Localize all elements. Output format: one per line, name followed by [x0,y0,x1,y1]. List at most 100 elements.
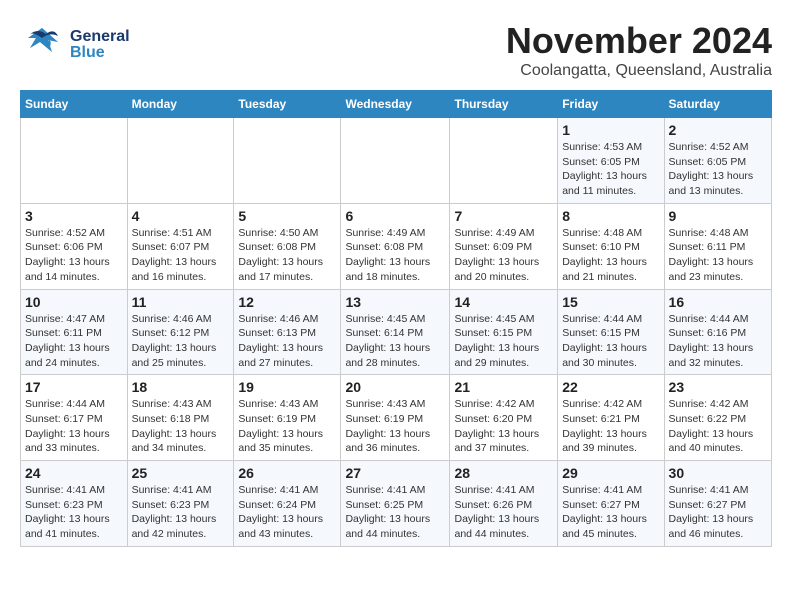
day-info-line: Sunrise: 4:43 AM [345,398,425,410]
day-number: 25 [132,465,230,481]
day-info-line: Sunrise: 4:53 AM [562,141,642,153]
day-number: 24 [25,465,123,481]
day-info-line: Sunset: 6:19 PM [345,413,423,425]
day-info: Sunrise: 4:43 AMSunset: 6:18 PMDaylight:… [132,397,230,456]
day-info: Sunrise: 4:52 AMSunset: 6:06 PMDaylight:… [25,226,123,285]
day-number: 13 [345,294,445,310]
day-info-line: Sunset: 6:09 PM [454,241,532,253]
day-number: 18 [132,379,230,395]
day-info-line: Daylight: 13 hours and 46 minutes. [669,513,754,540]
day-info-line: Daylight: 13 hours and 14 minutes. [25,256,110,283]
day-info: Sunrise: 4:41 AMSunset: 6:27 PMDaylight:… [562,483,659,542]
day-number: 28 [454,465,553,481]
day-info-line: Sunset: 6:12 PM [132,327,210,339]
day-info-line: Daylight: 13 hours and 36 minutes. [345,428,430,455]
calendar-cell: 6 Sunrise: 4:49 AMSunset: 6:08 PMDaylight… [341,203,450,289]
day-info-line: Sunrise: 4:51 AM [132,227,212,239]
day-info-line: Daylight: 13 hours and 27 minutes. [238,342,323,369]
calendar-cell: 24 Sunrise: 4:41 AMSunset: 6:23 PMDayligh… [21,461,128,547]
calendar-cell: 27Sunrise: 4:41 AMSunset: 6:25 PMDayligh… [341,461,450,547]
day-info-line: Sunrise: 4:46 AM [132,313,212,325]
day-info-line: Daylight: 13 hours and 11 minutes. [562,170,647,197]
calendar-cell: 13Sunrise: 4:45 AMSunset: 6:14 PMDayligh… [341,289,450,375]
day-info: Sunrise: 4:48 AMSunset: 6:11 PMDaylight:… [669,226,767,285]
calendar-week-row: 17Sunrise: 4:44 AMSunset: 6:17 PMDayligh… [21,375,772,461]
calendar-week-row: 24 Sunrise: 4:41 AMSunset: 6:23 PMDayligh… [21,461,772,547]
day-info: Sunrise: 4:41 AM Sunset: 6:24 PM Daylight:… [238,483,336,542]
day-info: Sunrise: 4:42 AMSunset: 6:22 PMDaylight:… [669,397,767,456]
day-info-line: Daylight: 13 hours and 41 minutes. [25,513,110,540]
day-info-line: Daylight: 13 hours and 30 minutes. [562,342,647,369]
calendar-cell: 23 Sunrise: 4:42 AMSunset: 6:22 PMDayligh… [664,375,771,461]
calendar-weekday-header: Wednesday [341,91,450,118]
calendar-week-row: 10 Sunrise: 4:47 AMSunset: 6:11 PMDayligh… [21,289,772,375]
day-info-line: Daylight: 13 hours and 44 minutes. [345,513,430,540]
day-info-line: Sunrise: 4:52 AM [669,141,749,153]
day-info-line: Daylight: 13 hours and 25 minutes. [132,342,217,369]
day-number: 6 [345,208,445,224]
day-info-line: Daylight: 13 hours and 16 minutes. [132,256,217,283]
calendar-cell: 30Sunrise: 4:41 AMSunset: 6:27 PMDayligh… [664,461,771,547]
day-info-line: Sunset: 6:05 PM [562,156,640,168]
day-info-line: Daylight: 13 hours and 39 minutes. [562,428,647,455]
day-info-line: Daylight: 13 hours and 42 minutes. [132,513,217,540]
calendar-cell: 28Sunrise: 4:41 AMSunset: 6:26 PMDayligh… [450,461,558,547]
calendar-cell: 5Sunrise: 4:50 AMSunset: 6:08 PMDaylight… [234,203,341,289]
day-info-line: Sunrise: 4:42 AM [454,398,534,410]
day-info: Sunrise: 4:41 AMSunset: 6:25 PMDaylight:… [345,483,445,542]
day-info-line: Sunrise: 4:41 AM [562,484,642,496]
day-info-line: Sunset: 6:11 PM [669,241,746,253]
day-info-line: Sunset: 6:13 PM [238,327,316,339]
day-info-line: Sunset: 6:14 PM [345,327,423,339]
day-info-line: Daylight: 13 hours and 43 minutes. [238,513,323,540]
calendar-cell: 12Sunrise: 4:46 AMSunset: 6:13 PMDayligh… [234,289,341,375]
day-info-line: Sunset: 6:08 PM [238,241,316,253]
day-info: Sunrise: 4:42 AMSunset: 6:21 PMDaylight:… [562,397,659,456]
day-number: 29 [562,465,659,481]
logo-icon [20,20,64,64]
day-info: Sunrise: 4:51 AMSunset: 6:07 PMDaylight:… [132,226,230,285]
calendar-weekday-header: Tuesday [234,91,341,118]
day-number: 1 [562,122,659,138]
day-info: Sunrise: 4:50 AMSunset: 6:08 PMDaylight:… [238,226,336,285]
calendar-cell [341,118,450,204]
day-number: 19 [238,379,336,395]
day-info-line: Sunrise: 4:44 AM [562,313,642,325]
day-number: 23 [669,379,767,395]
day-number: 10 [25,294,123,310]
day-info-line: Sunset: 6:22 PM [669,413,747,425]
day-number: 9 [669,208,767,224]
logo: General Blue [20,20,130,69]
day-number: 17 [25,379,123,395]
day-info: Sunrise: 4:47 AMSunset: 6:11 PMDaylight:… [25,312,123,371]
calendar-cell: 25Sunrise: 4:41 AMSunset: 6:23 PMDayligh… [127,461,234,547]
day-info-line: Sunset: 6:26 PM [454,499,532,511]
calendar-cell: 29 Sunrise: 4:41 AMSunset: 6:27 PMDayligh… [558,461,664,547]
day-info: Sunrise: 4:49 AMSunset: 6:08 PMDaylight:… [345,226,445,285]
day-info-line: Sunset: 6:06 PM [25,241,103,253]
day-info-line: Sunset: 6:19 PM [238,413,316,425]
day-info-line: Sunrise: 4:41 AM [25,484,105,496]
day-info: Sunrise: 4:41 AMSunset: 6:23 PMDaylight:… [25,483,123,542]
day-info-line: Daylight: 13 hours and 13 minutes. [669,170,754,197]
day-info-line: Sunrise: 4:48 AM [562,227,642,239]
title-section: November 2024 Coolangatta, Queensland, A… [506,20,772,80]
day-info-line: Daylight: 13 hours and 34 minutes. [132,428,217,455]
day-info-line: Sunrise: 4:41 AM [454,484,534,496]
day-info-line: Sunset: 6:15 PM [454,327,532,339]
day-info: Sunrise: 4:46 AM Sunset: 6:12 PM Daylight:… [132,312,230,371]
page-header: General Blue November 2024 Coolangatta, … [20,20,772,80]
day-info-line: Daylight: 13 hours and 24 minutes. [25,342,110,369]
calendar-cell: 16Sunrise: 4:44 AMSunset: 6:16 PMDayligh… [664,289,771,375]
day-info: Sunrise: 4:44 AMSunset: 6:15 PMDaylight:… [562,312,659,371]
day-info-line: Daylight: 13 hours and 32 minutes. [669,342,754,369]
day-number: 11 [132,294,230,310]
day-info-line: Sunset: 6:24 PM [238,499,316,511]
day-info-line: Sunrise: 4:45 AM [454,313,534,325]
day-info-line: Sunrise: 4:45 AM [345,313,425,325]
day-info-line: Sunset: 6:27 PM [669,499,747,511]
day-number: 3 [25,208,123,224]
day-info-line: Sunrise: 4:41 AM [238,484,318,496]
calendar-cell [127,118,234,204]
day-number: 26 [238,465,336,481]
